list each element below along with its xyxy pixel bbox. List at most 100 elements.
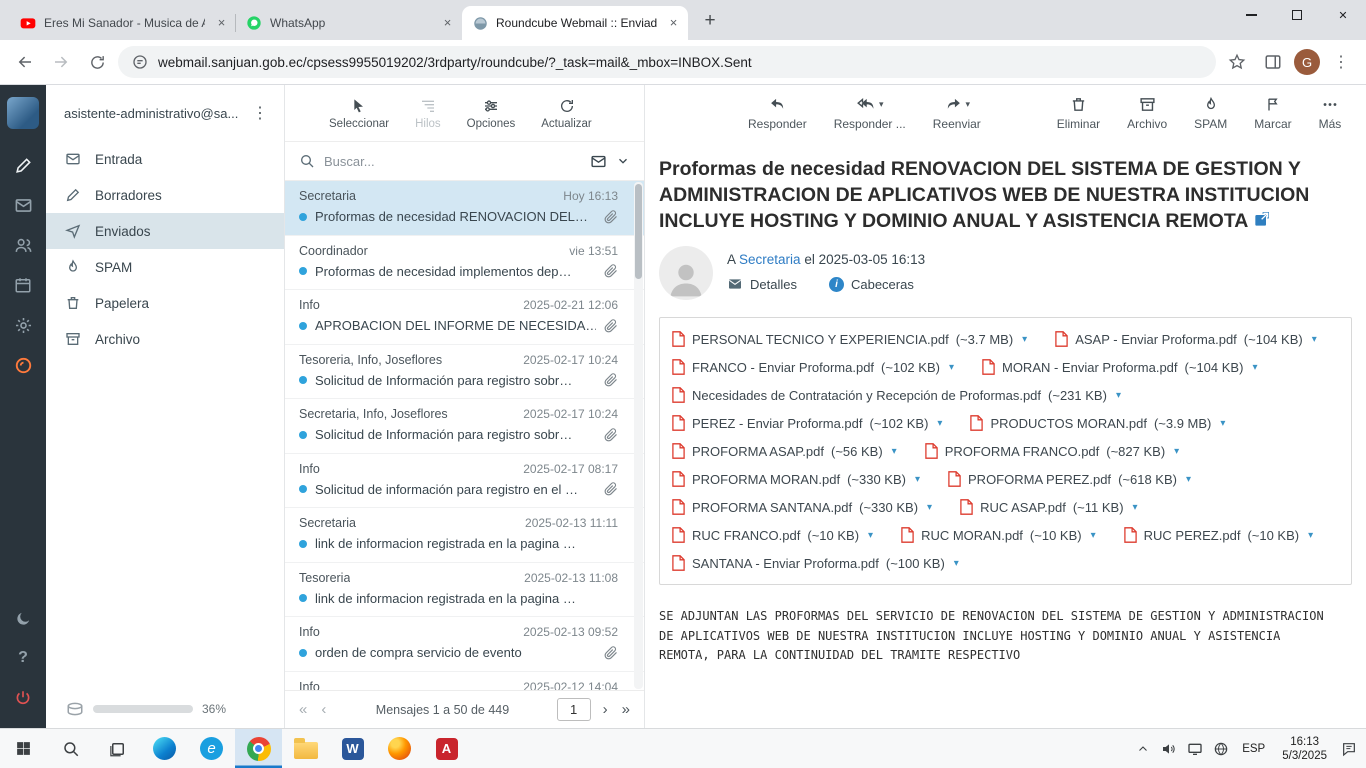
account-menu-kebab-icon[interactable]: ⋮ [246,103,274,123]
message-row[interactable]: Info 2025-02-12 14:04 [285,672,644,691]
attachment-name[interactable]: Necesidades de Contratación y Recepción … [692,388,1041,403]
message-row[interactable]: Secretaria Hoy 16:13 Proformas de necesi… [285,181,644,236]
browser-profile-avatar[interactable]: G [1294,49,1320,75]
refresh-button[interactable] [82,47,112,77]
attachment-item[interactable]: PEREZ - Enviar Proforma.pdf (~102 KB) ▾ [672,409,942,437]
delete-button[interactable]: Eliminar [1057,96,1100,131]
edge-icon[interactable] [141,729,188,768]
attachment-menu-caret-icon[interactable]: ▾ [1186,474,1191,485]
threads-button[interactable]: Hilos [415,97,441,130]
attachment-name[interactable]: MORAN - Enviar Proforma.pdf [1002,360,1178,375]
select-button[interactable]: Seleccionar [329,97,389,130]
message-row[interactable]: Tesoreria, Info, Joseflores 2025-02-17 1… [285,345,644,400]
options-button[interactable]: Opciones [467,97,516,130]
help-icon[interactable]: ? [0,638,46,678]
browser-menu-icon[interactable]: ⋮ [1326,47,1356,77]
dark-mode-moon-icon[interactable] [0,598,46,638]
taskbar-clock[interactable]: 16:13 5/3/2025 [1273,735,1336,763]
new-tab-button[interactable]: + [696,8,724,36]
refresh-list-button[interactable]: Actualizar [541,97,592,130]
message-row[interactable]: Info 2025-02-13 09:52 orden de compra se… [285,617,644,672]
archive-button[interactable]: Archivo [1127,96,1167,131]
attachment-menu-caret-icon[interactable]: ▾ [954,558,959,569]
side-panel-icon[interactable] [1258,47,1288,77]
prev-page-button[interactable]: ‹ [319,701,328,718]
attachment-item[interactable]: PROFORMA ASAP.pdf (~56 KB) ▾ [672,437,897,465]
folder-item-borradores[interactable]: Borradores [46,177,284,213]
reply-all-button[interactable]: ▾ Responder ... [834,96,906,131]
search-options-chevron-icon[interactable] [616,154,630,168]
message-row[interactable]: Info 2025-02-17 08:17 Solicitud de infor… [285,454,644,509]
attachment-item[interactable]: PROFORMA MORAN.pdf (~330 KB) ▾ [672,465,920,493]
folder-item-archivo[interactable]: Archivo [46,321,284,357]
file-explorer-icon[interactable] [282,729,329,768]
reply-button[interactable]: Responder [748,96,807,131]
open-in-new-window-icon[interactable] [1254,211,1270,227]
task-view-icon[interactable] [94,729,141,768]
attachment-item[interactable]: PRODUCTOS MORAN.pdf (~3.9 MB) ▾ [970,409,1225,437]
attachment-menu-caret-icon[interactable]: ▾ [1022,334,1027,345]
back-button[interactable] [10,47,40,77]
attachment-menu-caret-icon[interactable]: ▾ [937,418,942,429]
attachment-name[interactable]: SANTANA - Enviar Proforma.pdf [692,556,879,571]
message-row[interactable]: Secretaria, Info, Joseflores 2025-02-17 … [285,399,644,454]
attachment-item[interactable]: PROFORMA PEREZ.pdf (~618 KB) ▾ [948,465,1191,493]
attachment-name[interactable]: ASAP - Enviar Proforma.pdf [1075,332,1237,347]
folder-item-spam[interactable]: SPAM [46,249,284,285]
mark-button[interactable]: Marcar [1254,96,1291,131]
folder-item-enviados[interactable]: Enviados [46,213,284,249]
attachment-item[interactable]: RUC ASAP.pdf (~11 KB) ▾ [960,493,1138,521]
headers-button[interactable]: i Cabeceras [829,277,914,292]
mail-icon[interactable] [0,185,46,225]
site-info-icon[interactable] [132,54,148,70]
page-number-input[interactable] [557,698,591,721]
message-row[interactable]: Coordinador vie 13:51 Proformas de neces… [285,236,644,291]
more-button[interactable]: Más [1319,96,1342,131]
contacts-icon[interactable] [0,225,46,265]
taskbar-search-icon[interactable] [47,729,94,768]
attachment-item[interactable]: PERSONAL TECNICO Y EXPERIENCIA.pdf (~3.7… [672,325,1027,353]
attachment-menu-caret-icon[interactable]: ▾ [1133,502,1138,513]
firefox-icon[interactable] [376,729,423,768]
attachment-name[interactable]: FRANCO - Enviar Proforma.pdf [692,360,874,375]
maximize-button[interactable] [1274,0,1320,30]
address-bar[interactable]: webmail.sanjuan.gob.ec/cpsess9955019202/… [118,46,1216,78]
internet-explorer-icon[interactable]: e [188,729,235,768]
volume-icon[interactable] [1156,741,1182,757]
spam-button[interactable]: SPAM [1194,96,1227,131]
attachment-menu-caret-icon[interactable]: ▾ [1174,446,1179,457]
browser-tab-youtube[interactable]: Eres Mi Sanador - Musica de Ad × [10,6,236,40]
tab-close-icon[interactable]: × [439,15,456,32]
attachment-menu-caret-icon[interactable]: ▾ [1116,390,1121,401]
word-icon[interactable]: W [329,729,376,768]
search-bar[interactable] [285,141,644,181]
forward-button[interactable] [46,47,76,77]
calendar-icon[interactable] [0,265,46,305]
details-button[interactable]: Detalles [727,276,797,292]
minimize-button[interactable] [1228,0,1274,30]
browser-tab-roundcube[interactable]: Roundcube Webmail :: Enviados × [462,6,688,40]
attachment-name[interactable]: RUC ASAP.pdf [980,500,1066,515]
message-row[interactable]: Tesoreria 2025-02-13 11:08 link de infor… [285,563,644,618]
attachment-name[interactable]: RUC PEREZ.pdf [1144,528,1241,543]
attachment-menu-caret-icon[interactable]: ▾ [927,502,932,513]
attachment-menu-caret-icon[interactable]: ▾ [1091,530,1096,541]
tab-close-icon[interactable]: × [213,15,230,32]
logout-power-icon[interactable] [0,678,46,718]
message-row[interactable]: Info 2025-02-21 12:06 APROBACION DEL INF… [285,290,644,345]
close-window-button[interactable]: ✕ [1320,0,1366,30]
attachment-name[interactable]: PERSONAL TECNICO Y EXPERIENCIA.pdf [692,332,949,347]
first-page-button[interactable]: « [297,701,309,718]
recipient-link[interactable]: Secretaria [739,252,801,267]
attachment-menu-caret-icon[interactable]: ▾ [1220,418,1225,429]
attachment-name[interactable]: PROFORMA ASAP.pdf [692,444,824,459]
attachment-item[interactable]: SANTANA - Enviar Proforma.pdf (~100 KB) … [672,549,959,577]
attachment-menu-caret-icon[interactable]: ▾ [1252,362,1257,373]
next-page-button[interactable]: › [601,701,610,718]
network-icon[interactable] [1208,741,1234,757]
compose-icon[interactable] [0,145,46,185]
start-button[interactable] [0,729,47,768]
folder-item-papelera[interactable]: Papelera [46,285,284,321]
attachment-menu-caret-icon[interactable]: ▾ [868,530,873,541]
attachment-item[interactable]: RUC PEREZ.pdf (~10 KB) ▾ [1124,521,1314,549]
